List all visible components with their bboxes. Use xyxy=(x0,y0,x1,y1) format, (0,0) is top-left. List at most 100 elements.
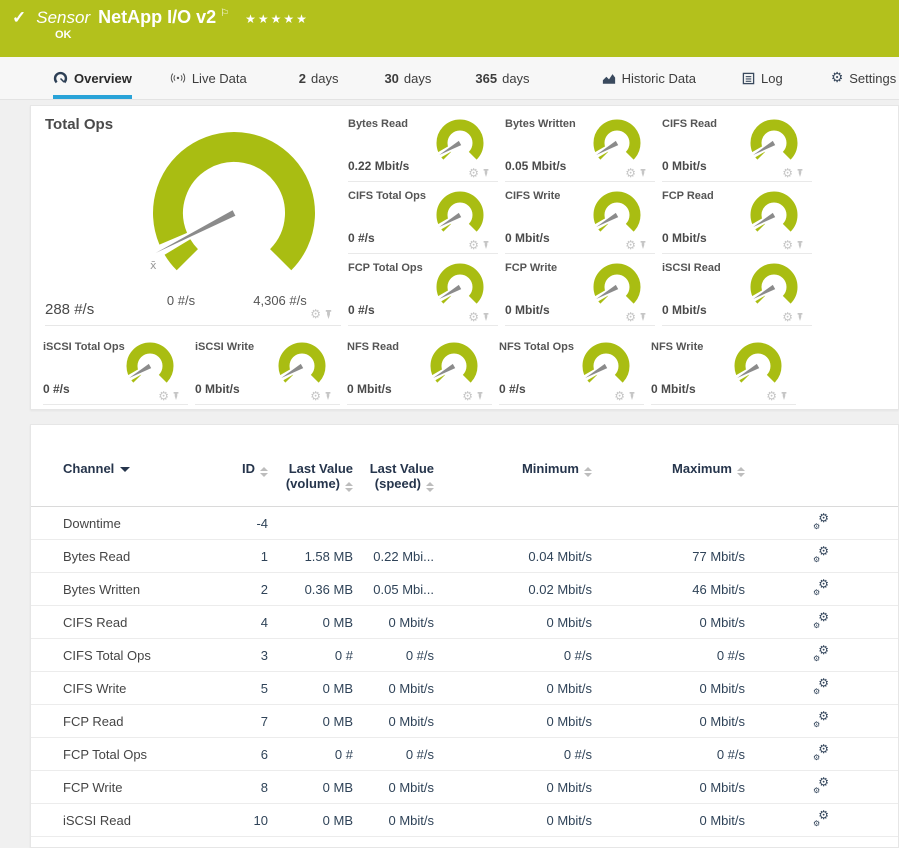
gear-icon[interactable]: ⚙ xyxy=(462,390,473,402)
gear-icon[interactable]: ⚙ xyxy=(468,167,479,179)
pin-icon[interactable] xyxy=(796,240,804,250)
cell-channel: FCP Read xyxy=(31,705,231,738)
tab-label-unit: days xyxy=(311,71,338,86)
cell-last-value-volume: 1.58 MB xyxy=(268,540,353,573)
channel-settings-icon[interactable]: ⚙⚙ xyxy=(813,612,829,629)
tab-overview[interactable]: Overview xyxy=(53,57,132,99)
cell-maximum: 0 #/s xyxy=(592,639,745,672)
cell-channel: Bytes Read xyxy=(31,540,231,573)
pin-icon[interactable] xyxy=(639,240,647,250)
cell-last-value-volume: 0 MB xyxy=(268,705,353,738)
pin-icon[interactable] xyxy=(482,312,490,322)
tab-30-days[interactable]: 30 days xyxy=(384,57,431,99)
gauge-tile-value: 0 Mbit/s xyxy=(662,303,707,317)
pin-icon[interactable] xyxy=(628,391,636,401)
tab-label-number: 30 xyxy=(384,71,398,86)
gear-icon[interactable]: ⚙ xyxy=(310,308,321,320)
channel-settings-icon[interactable]: ⚙⚙ xyxy=(813,678,829,695)
gauge-tile-value: 0 Mbit/s xyxy=(662,231,707,245)
gear-icon[interactable]: ⚙ xyxy=(625,239,636,251)
tab-log[interactable]: Log xyxy=(742,57,783,99)
table-row[interactable]: CIFS Write 5 0 MB 0 Mbit/s 0 Mbit/s 0 Mb… xyxy=(31,672,898,705)
table-row[interactable]: CIFS Total Ops 3 0 # 0 #/s 0 #/s 0 #/s ⚙… xyxy=(31,639,898,672)
tab-2-days[interactable]: 2 days xyxy=(299,57,339,99)
pin-icon[interactable] xyxy=(639,168,647,178)
tab-historic-data[interactable]: Historic Data xyxy=(602,57,696,99)
gear-icon[interactable]: ⚙ xyxy=(310,390,321,402)
pin-icon[interactable] xyxy=(780,391,788,401)
cell-minimum: 0.02 Mbit/s xyxy=(434,573,592,606)
gauge-tile: NFS Total Ops 0 #/s ⚙ xyxy=(499,333,644,405)
table-row[interactable]: Bytes Read 1 1.58 MB 0.22 Mbi... 0.04 Mb… xyxy=(31,540,898,573)
sensor-header: ✓ Sensor NetApp I/O v2 ⚐ ★★★★★ OK xyxy=(0,0,899,57)
gauge-icon xyxy=(53,71,68,86)
tab-settings[interactable]: ⚙ Settings xyxy=(831,57,897,99)
sensor-title: NetApp I/O v2 xyxy=(98,7,216,28)
gear-icon[interactable]: ⚙ xyxy=(468,239,479,251)
gear-icon[interactable]: ⚙ xyxy=(625,311,636,323)
pin-icon[interactable] xyxy=(324,309,333,320)
gear-icon[interactable]: ⚙ xyxy=(625,167,636,179)
column-header-last-value-speed[interactable]: Last Value(speed) xyxy=(353,425,434,507)
channel-settings-icon[interactable]: ⚙⚙ xyxy=(813,810,829,827)
cell-id: 6 xyxy=(231,738,268,771)
pin-icon[interactable] xyxy=(482,168,490,178)
channel-settings-icon[interactable]: ⚙⚙ xyxy=(813,711,829,728)
column-header-maximum[interactable]: Maximum xyxy=(592,425,745,507)
channel-settings-icon[interactable]: ⚙⚙ xyxy=(813,579,829,596)
tab-label: Live Data xyxy=(192,71,247,86)
pin-icon[interactable] xyxy=(796,312,804,322)
gear-icon[interactable]: ⚙ xyxy=(614,390,625,402)
gauge-tile: CIFS Total Ops 0 #/s ⚙ xyxy=(348,182,498,254)
pin-icon[interactable] xyxy=(324,391,332,401)
channel-settings-icon[interactable]: ⚙⚙ xyxy=(813,546,829,563)
tab-365-days[interactable]: 365 days xyxy=(475,57,529,99)
mini-gauge xyxy=(749,262,799,312)
tab-live-data[interactable]: Live Data xyxy=(170,57,247,99)
table-row[interactable]: iSCSI Read 10 0 MB 0 Mbit/s 0 Mbit/s 0 M… xyxy=(31,804,898,837)
gear-icon[interactable]: ⚙ xyxy=(158,390,169,402)
gauge-tile-label: FCP Total Ops xyxy=(348,262,423,274)
channel-table-panel: Channel ID Last Value(volume) Last Value… xyxy=(30,424,899,848)
gear-icon[interactable]: ⚙ xyxy=(782,239,793,251)
table-row[interactable]: FCP Total Ops 6 0 # 0 #/s 0 #/s 0 #/s ⚙⚙ xyxy=(31,738,898,771)
column-header-id[interactable]: ID xyxy=(231,425,268,507)
cell-channel: CIFS Read xyxy=(31,606,231,639)
channel-settings-icon[interactable]: ⚙⚙ xyxy=(813,777,829,794)
priority-stars[interactable]: ★★★★★ xyxy=(245,12,309,26)
channel-settings-icon[interactable]: ⚙⚙ xyxy=(813,513,829,530)
flag-icon[interactable]: ⚐ xyxy=(220,8,229,19)
column-header-channel[interactable]: Channel xyxy=(31,425,231,507)
status-ok-check-icon: ✓ xyxy=(12,8,26,28)
pin-icon[interactable] xyxy=(172,391,180,401)
cell-id: 10 xyxy=(231,804,268,837)
gauge-tile: Bytes Read 0.22 Mbit/s ⚙ xyxy=(348,110,498,182)
table-row[interactable]: CIFS Read 4 0 MB 0 Mbit/s 0 Mbit/s 0 Mbi… xyxy=(31,606,898,639)
table-row[interactable]: Bytes Written 2 0.36 MB 0.05 Mbi... 0.02… xyxy=(31,573,898,606)
gear-icon[interactable]: ⚙ xyxy=(782,311,793,323)
cell-last-value-speed xyxy=(353,507,434,540)
sensor-status-badge: OK xyxy=(55,29,72,41)
table-row[interactable]: FCP Read 7 0 MB 0 Mbit/s 0 Mbit/s 0 Mbit… xyxy=(31,705,898,738)
tab-label: Overview xyxy=(74,71,132,86)
table-row[interactable]: FCP Write 8 0 MB 0 Mbit/s 0 Mbit/s 0 Mbi… xyxy=(31,771,898,804)
cell-last-value-speed: 0 #/s xyxy=(353,639,434,672)
cell-channel: FCP Write xyxy=(31,771,231,804)
gauge-tile-value: 0 Mbit/s xyxy=(347,382,392,396)
gear-icon[interactable]: ⚙ xyxy=(782,167,793,179)
gear-icon[interactable]: ⚙ xyxy=(766,390,777,402)
channel-settings-icon[interactable]: ⚙⚙ xyxy=(813,744,829,761)
pin-icon[interactable] xyxy=(796,168,804,178)
cell-last-value-volume: 0 # xyxy=(268,738,353,771)
column-header-last-value-volume[interactable]: Last Value(volume) xyxy=(268,425,353,507)
gauge-tile-label: CIFS Write xyxy=(505,190,560,202)
gear-icon[interactable]: ⚙ xyxy=(468,311,479,323)
column-header-minimum[interactable]: Minimum xyxy=(434,425,592,507)
table-row[interactable]: Downtime -4 ⚙⚙ xyxy=(31,507,898,540)
pin-icon[interactable] xyxy=(639,312,647,322)
pin-icon[interactable] xyxy=(476,391,484,401)
cell-minimum: 0 Mbit/s xyxy=(434,771,592,804)
channel-settings-icon[interactable]: ⚙⚙ xyxy=(813,645,829,662)
pin-icon[interactable] xyxy=(482,240,490,250)
cell-channel: Downtime xyxy=(31,507,231,540)
